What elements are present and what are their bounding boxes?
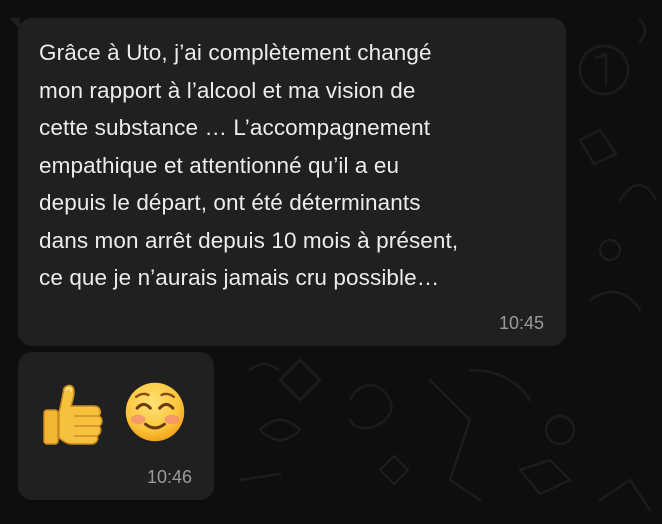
message-text: Grâce à Uto, j’ai complètement changé mo… — [39, 40, 459, 290]
emoji-row — [42, 376, 188, 448]
message-timestamp: 10:45 — [498, 313, 544, 333]
smiling-face-icon — [125, 382, 185, 442]
thumbs-up-icon — [43, 384, 103, 445]
message-timestamp: 10:46 — [146, 467, 192, 487]
message-bubble-incoming[interactable]: Grâce à Uto, j’ai complètement changé mo… — [10, 18, 566, 346]
message-bubble-emoji[interactable]: 10:46 — [18, 352, 214, 500]
